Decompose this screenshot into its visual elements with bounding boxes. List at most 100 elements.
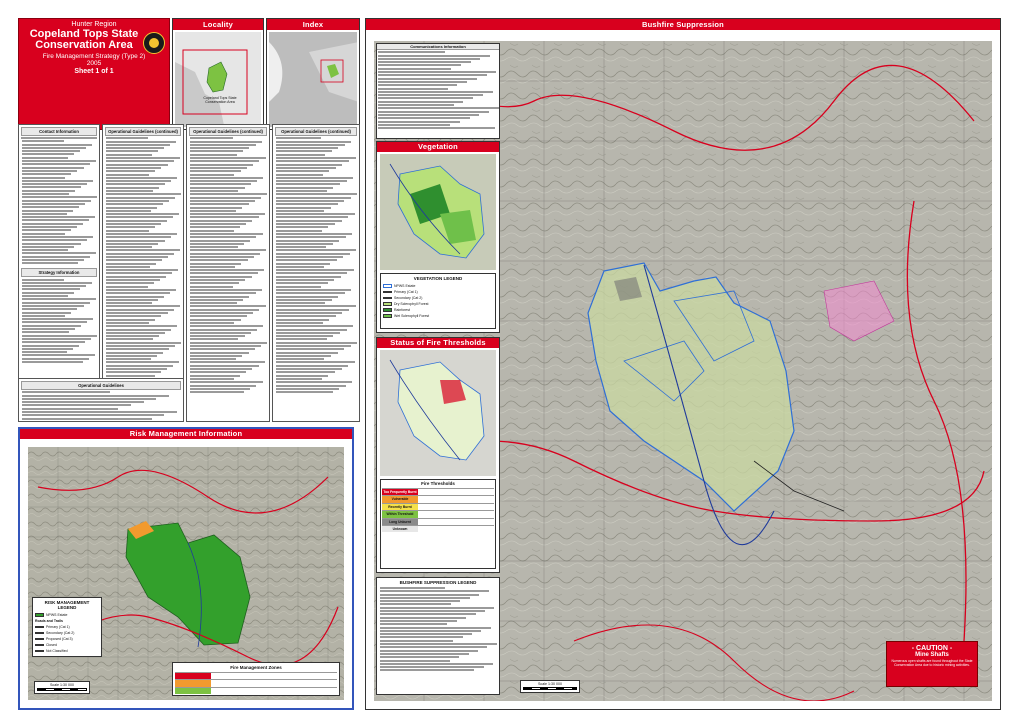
risk-legend-item: Primary (Cat 1) (46, 625, 70, 629)
threshold-row: Recently Burnt (382, 502, 494, 511)
fine-print-line (22, 252, 97, 255)
fine-print-line (276, 269, 354, 272)
caution-text: Numerous open shafts are found throughou… (891, 659, 973, 667)
fine-print-line (378, 107, 499, 110)
fine-print-line (106, 180, 172, 183)
fine-print-line (276, 213, 355, 216)
fine-print-line (276, 140, 352, 143)
fine-print-line (22, 301, 90, 304)
fine-print-line (190, 279, 246, 282)
fine-print-line (276, 354, 331, 357)
fine-print-line (22, 229, 71, 232)
fine-print-line (276, 143, 345, 146)
fine-print-line (190, 170, 241, 173)
fine-print-line (276, 166, 336, 169)
fine-print-line (190, 348, 255, 351)
fine-print-line (380, 646, 488, 649)
fine-print-line (276, 170, 330, 173)
fine-print-line (378, 51, 446, 54)
operational-heading-3: Operational Guidelines (continued) (275, 127, 357, 136)
fine-print-line (22, 140, 64, 143)
operational-lines-2 (189, 137, 268, 394)
fine-print-line (276, 308, 349, 311)
fine-print-line (380, 626, 491, 629)
index-header: Index (267, 19, 359, 30)
fine-print-line (190, 325, 264, 328)
fine-print-line (276, 341, 358, 344)
fine-print-line (380, 619, 457, 622)
caution-box: - CAUTION - Mine Shafts Numerous open sh… (886, 641, 978, 687)
risk-scalebar: Scale 1:30 000 (34, 681, 90, 694)
fine-print-line (276, 348, 345, 351)
fine-print-line (106, 364, 173, 367)
fine-print-line (22, 196, 98, 199)
fine-print-line (22, 394, 170, 397)
threshold-label: Unknown (382, 525, 418, 533)
threshold-rows: Too Frequently Burnt Vulnerable Recently B… (382, 488, 494, 533)
fine-print-line (106, 186, 160, 189)
fine-print-line (380, 666, 484, 669)
operational-lines-3 (275, 137, 358, 394)
fine-print-line (190, 361, 265, 364)
fine-print-line (276, 242, 333, 245)
fine-print-line (106, 236, 171, 239)
fine-print-line (190, 223, 247, 226)
locality-header: Locality (173, 19, 263, 30)
bushfire-map-body[interactable]: Communications Information Vegetation VE… (374, 41, 992, 701)
operational-column-2: Operational Guidelines (continued) (186, 124, 270, 422)
fine-print-line (22, 308, 78, 311)
veg-legend-item: Secondary (Cat 2) (394, 296, 423, 300)
fine-print-line (380, 633, 473, 636)
fine-print-line (106, 170, 156, 173)
fine-print-line (190, 305, 266, 308)
fine-print-line (22, 347, 73, 350)
fine-print-line (378, 67, 452, 70)
sheet-label: Sheet 1 of 1 (74, 68, 114, 75)
veg-legend-item: Wet Sclerophyll Forest (394, 314, 430, 318)
fine-print-line (106, 345, 176, 347)
fine-print-line (106, 374, 155, 377)
fine-print-line (106, 328, 172, 331)
fine-print-line (22, 176, 66, 179)
fine-print-line (190, 173, 235, 176)
fine-print-line (378, 64, 461, 67)
fine-print-line (190, 226, 240, 229)
fine-print-line (22, 242, 81, 245)
fine-print-line (378, 71, 497, 74)
veg-legend-item: Rainforest (394, 308, 410, 312)
fine-print-line (380, 613, 476, 616)
fine-print-line (106, 199, 170, 202)
veg-legend-item: Dry Sclerophyll Forest (394, 302, 429, 306)
vegetation-map[interactable] (380, 154, 496, 270)
fine-print-line (190, 213, 265, 216)
fine-print-line (380, 659, 450, 662)
fine-print-line (106, 292, 170, 295)
threshold-row: Unknown (382, 524, 494, 533)
thresholds-map[interactable] (380, 350, 496, 476)
fine-print-line (106, 193, 182, 196)
risk-legend-item: Roads and Trails (35, 619, 64, 623)
fine-print-line (276, 163, 343, 166)
fine-print-line (22, 298, 96, 301)
threshold-row: Too Frequently Burnt (382, 488, 494, 496)
fine-print-line (22, 166, 84, 169)
fine-print-line (378, 94, 483, 97)
fine-print-line (106, 223, 161, 226)
fine-print-line (190, 351, 249, 354)
fine-print-line (190, 203, 249, 206)
fine-print-line (276, 219, 342, 222)
fine-print-line (276, 335, 334, 338)
fine-print-line (190, 282, 240, 285)
fine-print-line (106, 308, 174, 311)
risk-map-body[interactable]: RISK MANAGEMENT LEGEND NPWS Estate Roads… (28, 447, 344, 700)
fine-print-line (22, 156, 68, 159)
fine-print-line (106, 209, 151, 212)
fine-print-line (106, 338, 154, 341)
fine-print-line (106, 335, 160, 338)
fine-print-line (378, 87, 448, 90)
fine-print-line (22, 397, 157, 400)
fine-print-line (190, 318, 241, 321)
fine-print-line (276, 229, 322, 232)
fine-print-line (106, 295, 164, 298)
fine-print-line (276, 262, 331, 265)
